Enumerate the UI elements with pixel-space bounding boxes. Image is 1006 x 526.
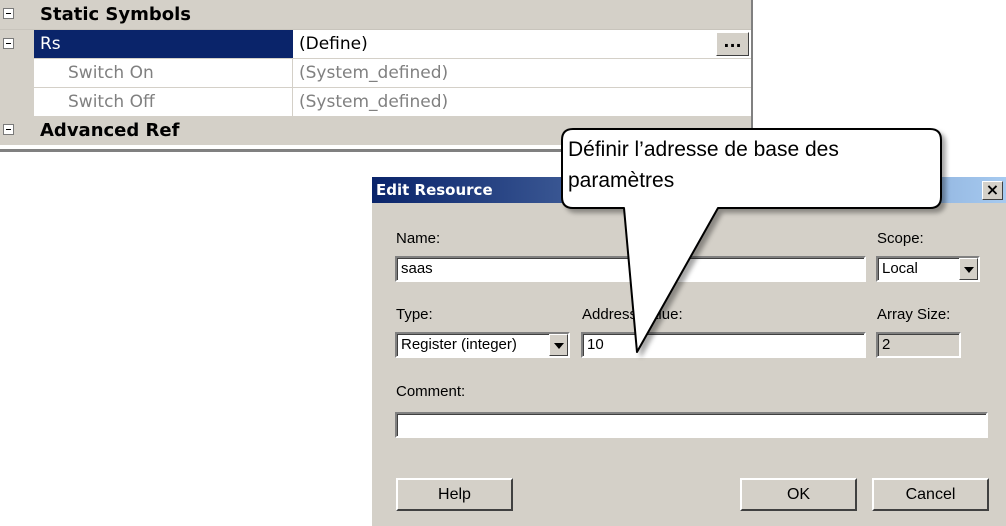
type-value: Register (integer) [401, 336, 517, 353]
property-row-switch-on[interactable]: Switch On (System_defined) [0, 58, 751, 87]
row-gutter [0, 59, 34, 87]
scope-value: Local [882, 260, 918, 277]
property-name-rs[interactable]: Rs [34, 30, 293, 58]
property-value-switch-on[interactable]: (System_defined) [293, 59, 751, 87]
address-label: Address/Value: [582, 306, 683, 323]
dialog-title: Edit Resource [376, 181, 493, 199]
address-input[interactable]: 10 [581, 332, 866, 358]
chevron-down-icon[interactable] [959, 258, 978, 280]
chevron-down-icon[interactable] [549, 334, 568, 356]
row-gutter [0, 30, 34, 58]
property-value-rs[interactable]: (Define) [293, 30, 751, 58]
callout-line-2: paramètres [568, 169, 675, 192]
array-size-field: 2 [876, 332, 961, 358]
collapse-icon[interactable] [3, 124, 14, 135]
help-button[interactable]: Help [396, 478, 513, 511]
cancel-button[interactable]: Cancel [872, 478, 989, 511]
comment-label: Comment: [396, 383, 466, 400]
property-value-switch-off[interactable]: (System_defined) [293, 88, 751, 116]
ok-button[interactable]: OK [740, 478, 857, 511]
type-select[interactable]: Register (integer) [395, 332, 570, 358]
edit-resource-dialog: Edit Resource × Name: saas Scope: Local … [371, 176, 1006, 526]
property-row-switch-off[interactable]: Switch Off (System_defined) [0, 87, 751, 116]
comment-input[interactable] [395, 412, 988, 438]
type-label: Type: [396, 306, 433, 323]
property-name-switch-off: Switch Off [34, 88, 293, 116]
close-button[interactable]: × [982, 181, 1003, 200]
collapse-icon[interactable] [3, 38, 14, 49]
scope-select[interactable]: Local [876, 256, 980, 282]
array-size-label: Array Size: [877, 306, 951, 323]
property-row-rs[interactable]: Rs (Define) ... [0, 29, 751, 58]
category-row-static-symbols[interactable]: Static Symbols [0, 0, 751, 29]
scope-label: Scope: [877, 230, 924, 247]
name-label: Name: [396, 230, 441, 247]
category-label: Advanced Ref [40, 120, 180, 141]
ellipsis-button[interactable]: ... [716, 32, 749, 56]
callout-text: Définir l’adresse de base des paramètres [568, 134, 938, 196]
property-grid: Static Symbols Rs (Define) ... Switch On… [0, 0, 753, 152]
category-label: Static Symbols [40, 4, 192, 25]
callout-line-1: Définir l’adresse de base des [568, 138, 839, 161]
collapse-icon[interactable] [3, 8, 14, 19]
name-input[interactable]: saas [395, 256, 866, 282]
property-name-switch-on: Switch On [34, 59, 293, 87]
row-gutter [0, 88, 34, 116]
